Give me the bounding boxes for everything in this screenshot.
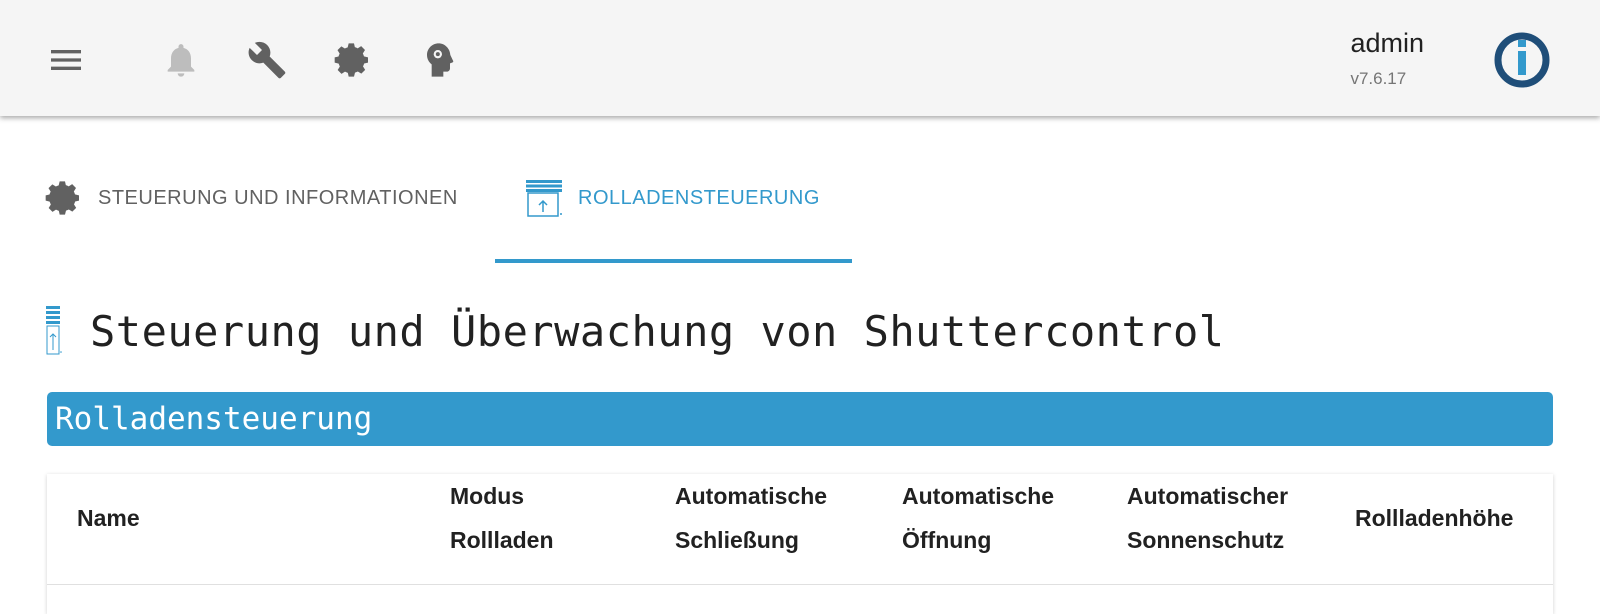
shutter-table: Name Modus Rollladen Automatische Schlie… [47, 474, 1553, 614]
notifications-button[interactable] [157, 36, 205, 84]
tab-label: ROLLADENSTEUERUNG [578, 186, 820, 209]
user-name: admin [1350, 28, 1424, 58]
menu-button[interactable] [42, 36, 90, 84]
column-header-text: Name [77, 505, 140, 531]
version-label: v7.6.17 [1350, 69, 1407, 88]
column-header-text: Rollladenhöhe [1355, 505, 1514, 531]
tab-label: STEUERUNG UND INFORMATIONEN [98, 186, 458, 209]
tab-steuerung-informationen[interactable]: STEUERUNG UND INFORMATIONEN [44, 170, 458, 226]
active-tab-indicator [495, 259, 852, 263]
tab-rolladensteuerung[interactable]: ROLLADENSTEUERUNG [524, 170, 820, 226]
wrench-icon [248, 41, 286, 79]
table-divider [47, 584, 1553, 585]
page-heading: Steuerung und Überwachung von Shuttercon… [44, 306, 1225, 356]
column-header-text: Öffnung [902, 527, 992, 553]
column-header-text: Sonnenschutz [1127, 527, 1285, 553]
expert-mode-button[interactable] [413, 36, 461, 84]
shutter-icon [526, 180, 562, 217]
page-title: Steuerung und Überwachung von Shuttercon… [90, 306, 1225, 356]
column-header-text: Rollladen [450, 527, 554, 553]
column-header-sun-protection[interactable]: Automatischer Sonnenschutz [1127, 474, 1288, 562]
column-header-text: Schließung [675, 527, 799, 553]
column-header-name[interactable]: Name [77, 496, 140, 540]
shutter-icon [46, 306, 62, 355]
column-header-auto-close[interactable]: Automatische Schließung [675, 474, 827, 562]
iobroker-logo-icon[interactable] [1492, 30, 1552, 90]
column-header-text: Automatische [675, 483, 828, 509]
column-header-text: Automatischer [1127, 483, 1289, 509]
gear-icon [334, 43, 368, 77]
menu-icon [51, 50, 81, 70]
gear-icon [45, 181, 79, 215]
user-info: admin v7.6.17 [1350, 28, 1424, 89]
top-app-bar: admin v7.6.17 [0, 0, 1600, 116]
column-header-modus[interactable]: Modus Rollladen [450, 474, 554, 562]
tools-button[interactable] [243, 36, 291, 84]
head-idea-icon [427, 43, 454, 77]
column-header-text: Automatische [902, 483, 1055, 509]
bell-icon [167, 44, 195, 77]
column-header-text: Modus [450, 483, 525, 509]
column-header-auto-open[interactable]: Automatische Öffnung [902, 474, 1054, 562]
settings-button[interactable] [329, 36, 377, 84]
column-header-height[interactable]: Rollladenhöhe [1355, 496, 1513, 540]
section-header: Rolladensteuerung [47, 392, 1553, 446]
